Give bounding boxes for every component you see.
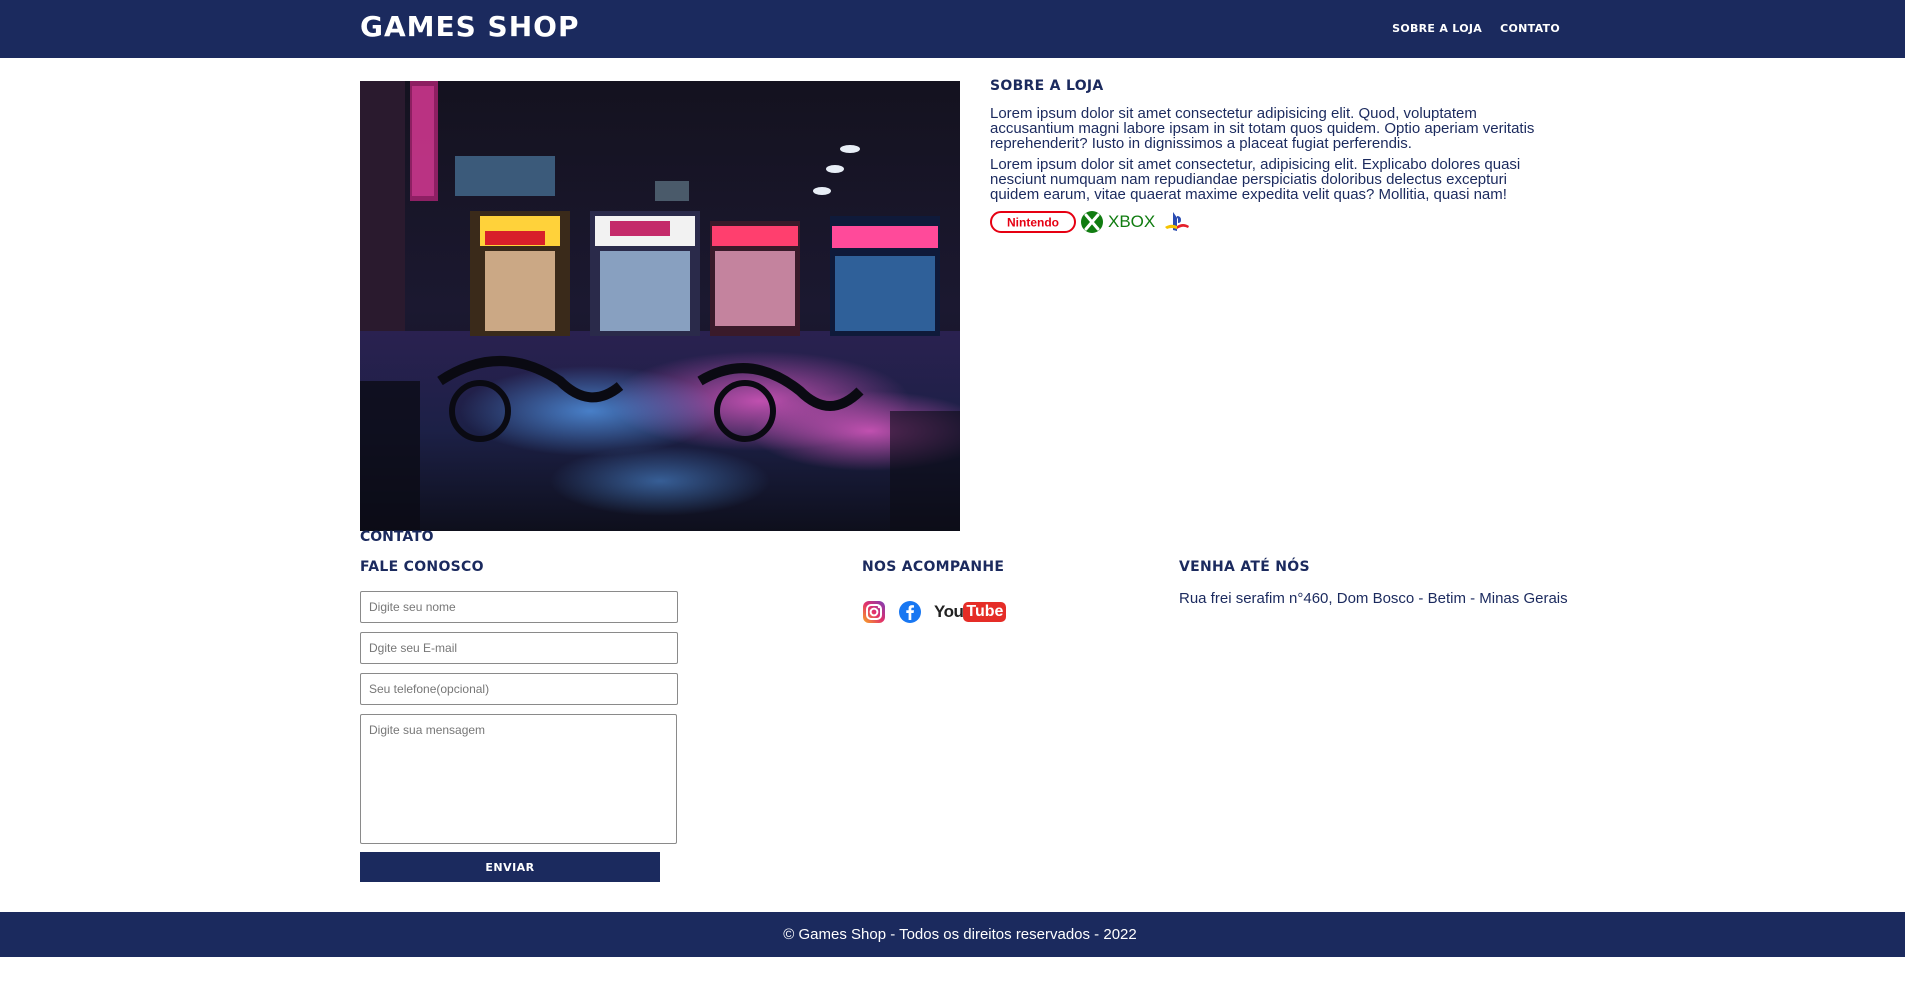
main-nav: SOBRE A LOJA CONTATO	[1392, 22, 1560, 35]
site-logo[interactable]: GAMES SHOP	[360, 10, 579, 43]
xbox-icon	[1081, 211, 1103, 233]
store-address: Rua frei serafim n°460, Dom Bosco - Beti…	[1179, 590, 1568, 607]
location-title: VENHA ATÉ NÓS	[1179, 559, 1310, 575]
nintendo-logo-text: Nintendo	[1007, 216, 1059, 230]
about-title: SOBRE A LOJA	[990, 78, 1104, 94]
console-brands: Nintendo XBOX	[990, 210, 1560, 234]
social-title: NOS ACOMPANHE	[862, 559, 1005, 575]
message-textarea[interactable]	[360, 714, 677, 844]
about-paragraph-2: Lorem ipsum dolor sit amet consectetur, …	[990, 156, 1521, 203]
instagram-icon[interactable]	[862, 600, 886, 624]
youtube-icon[interactable]: You Tube	[934, 602, 1007, 622]
nintendo-logo: Nintendo	[990, 211, 1076, 233]
facebook-icon[interactable]	[898, 600, 922, 624]
name-input[interactable]	[360, 591, 678, 623]
contact-form-title: FALE CONOSCO	[360, 559, 484, 575]
nav-link-about[interactable]: SOBRE A LOJA	[1392, 22, 1482, 35]
store-night-photo	[360, 81, 960, 531]
site-header: GAMES SHOP SOBRE A LOJA CONTATO	[0, 0, 1905, 58]
xbox-wordmark: XBOX	[1108, 212, 1156, 231]
store-photo-illustration	[360, 81, 960, 531]
about-paragraph-1: Lorem ipsum dolor sit amet consectetur a…	[990, 105, 1535, 152]
social-links: You Tube	[862, 600, 1007, 624]
nav-link-contact[interactable]: CONTATO	[1500, 22, 1560, 35]
site-footer: © Games Shop - Todos os direitos reserva…	[0, 912, 1905, 957]
email-input[interactable]	[360, 632, 678, 664]
phone-input[interactable]	[360, 673, 678, 705]
about-section: SOBRE A LOJA Lorem ipsum dolor sit amet …	[990, 78, 1560, 234]
submit-button[interactable]: ENVIAR	[360, 852, 660, 882]
playstation-icon	[1165, 212, 1190, 231]
contact-section-title: CONTATO	[360, 529, 434, 545]
footer-copyright: © Games Shop - Todos os direitos reserva…	[783, 926, 1137, 943]
